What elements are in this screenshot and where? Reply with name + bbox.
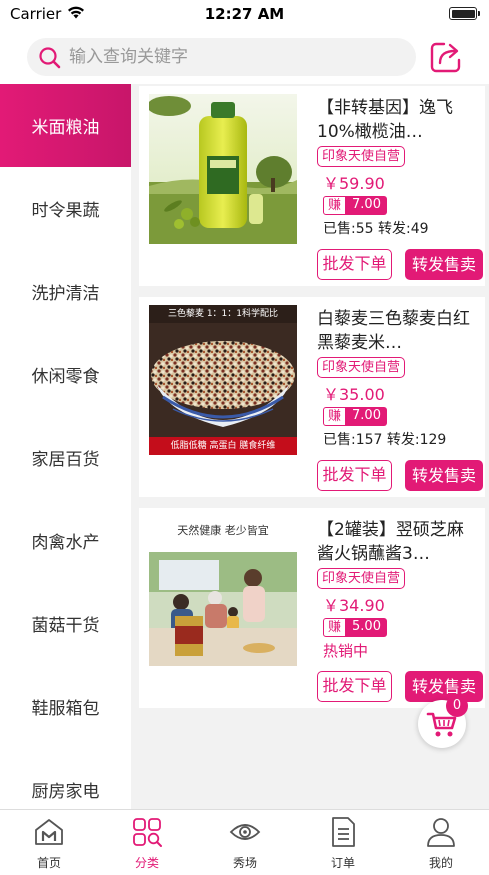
share-button[interactable] [428,39,464,75]
sidebar-item-label: 厨房家电 [31,782,100,802]
store-badge: 印象天使自营 [317,357,406,378]
product-image[interactable]: 天然健康 老少皆宜 [149,516,297,666]
image-caption-top: 三色藜麦 1：1：1科学配比 [149,305,297,323]
tab-orders[interactable]: 订单 [294,810,392,875]
tab-bar: 首页 分类 秀场 订单 我的 [0,809,489,875]
commission-value: 7.00 [346,407,387,426]
product-card[interactable]: 三色藜麦 1：1：1科学配比 低脂低糖 高蛋白 膳食纤维 白藜麦三色藜麦白红黑藜… [139,297,485,497]
order-icon [327,816,359,848]
profile-icon [425,816,457,848]
tab-label: 首页 [36,856,61,870]
image-caption-bottom: 低脂低糖 高蛋白 膳食纤维 [149,437,297,455]
commission-badge: 赚 7.00 [323,407,387,426]
sidebar-item-snacks[interactable]: 休闲零食 [0,333,131,416]
clock: 12:27 AM [204,5,285,23]
sidebar-item-meat-seafood[interactable]: 肉禽水产 [0,499,131,582]
commission-label: 赚 [323,407,347,426]
sidebar-item-label: 洗护清洁 [31,284,100,304]
product-card[interactable]: 【非转基因】逸飞10%橄榄油… 印象天使自营 ￥59.90 赚 7.00 已售:… [139,86,485,286]
tab-profile[interactable]: 我的 [392,810,489,875]
sales-stats: 已售:55 转发:49 [323,221,429,237]
cart-count-badge: 0 [446,695,468,717]
product-price: ￥34.90 [323,596,385,615]
commission-badge: 赚 7.00 [323,196,387,215]
hot-sale-label: 热销中 [323,642,369,660]
commission-label: 赚 [323,618,347,637]
sidebar-item-fruit-veg[interactable]: 时令果蔬 [0,167,131,250]
tab-label: 我的 [428,856,453,870]
sidebar-item-label: 鞋服箱包 [31,699,100,719]
tab-category[interactable]: 分类 [98,810,196,875]
search-header [0,30,489,84]
sidebar-item-grain-oil[interactable]: 米面粮油 [0,84,131,167]
search-bar[interactable] [27,38,416,76]
product-title[interactable]: 白藜麦三色藜麦白红黑藜麦米… [317,307,479,355]
product-image[interactable]: 三色藜麦 1：1：1科学配比 低脂低糖 高蛋白 膳食纤维 [149,305,297,455]
sales-stats: 已售:157 转发:129 [323,432,447,448]
resell-button[interactable]: 转发售卖 [405,671,483,702]
resell-button[interactable]: 转发售卖 [405,460,483,491]
search-icon [38,46,62,74]
sidebar-item-household[interactable]: 家居百货 [0,416,131,499]
home-icon [33,816,65,848]
category-sidebar: 米面粮油 时令果蔬 洗护清洁 休闲零食 家居百货 肉禽水产 菌菇干货 鞋服箱包 … [0,84,131,809]
sidebar-item-label: 肉禽水产 [31,533,100,553]
product-image[interactable] [149,94,297,244]
wholesale-order-button[interactable]: 批发下单 [317,460,392,491]
wholesale-order-button[interactable]: 批发下单 [317,671,392,702]
sidebar-item-label: 菌菇干货 [31,616,100,636]
tab-label: 分类 [134,856,159,870]
search-input[interactable] [69,38,399,76]
product-price: ￥59.90 [323,174,385,193]
commission-label: 赚 [323,196,347,215]
share-icon [428,42,464,79]
sidebar-item-dried-goods[interactable]: 菌菇干货 [0,582,131,665]
commission-badge: 赚 5.00 [323,618,387,637]
resell-button[interactable]: 转发售卖 [405,249,483,280]
category-icon [131,816,163,848]
store-badge: 印象天使自营 [317,568,406,589]
sidebar-item-label: 时令果蔬 [31,201,100,221]
tab-label: 秀场 [232,856,257,870]
image-caption: 天然健康 老少皆宜 [177,524,269,537]
store-badge: 印象天使自营 [317,146,406,167]
sidebar-item-label: 米面粮油 [31,118,100,138]
product-price: ￥35.00 [323,385,385,404]
product-title[interactable]: 【2罐装】翌硕芝麻酱火锅蘸酱3… [317,518,479,566]
sidebar-item-label: 休闲零食 [31,367,100,387]
wholesale-order-button[interactable]: 批发下单 [317,249,392,280]
commission-value: 7.00 [346,196,387,215]
sidebar-item-apparel[interactable]: 鞋服箱包 [0,665,131,748]
product-card[interactable]: 天然健康 老少皆宜 【2罐装】翌硕芝麻酱火锅蘸酱3… 印象天使自营 ￥34.90… [139,508,485,708]
battery-icon [449,7,480,20]
tab-home[interactable]: 首页 [0,810,98,875]
sidebar-item-label: 家居百货 [31,450,100,470]
eye-icon [229,816,261,848]
status-bar: Carrier 12:27 AM [0,0,489,30]
tab-showcase[interactable]: 秀场 [196,810,294,875]
commission-value: 5.00 [346,618,387,637]
sidebar-item-cleaning[interactable]: 洗护清洁 [0,250,131,333]
product-title[interactable]: 【非转基因】逸飞10%橄榄油… [317,96,479,144]
tab-label: 订单 [330,856,355,870]
